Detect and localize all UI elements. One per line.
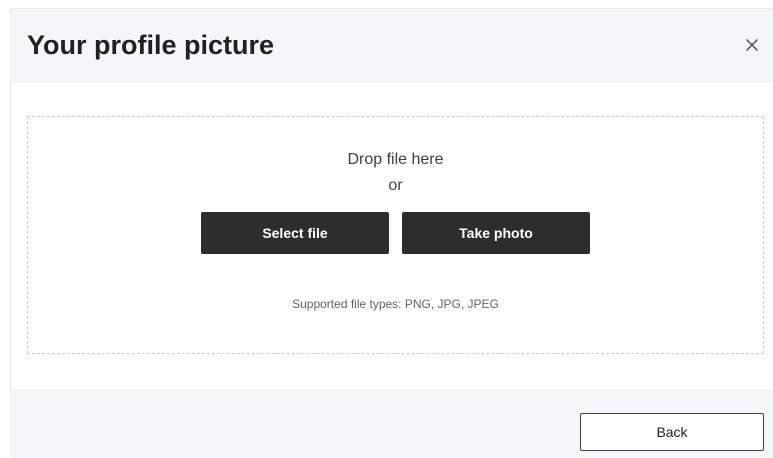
back-button[interactable]: Back (580, 413, 764, 451)
dialog-body: Drop file here or Select file Take photo… (11, 83, 773, 389)
dialog-title: Your profile picture (27, 30, 275, 60)
or-text: or (388, 177, 403, 194)
dialog-header: Your profile picture (11, 9, 773, 83)
select-file-button[interactable]: Select file (201, 212, 389, 254)
close-button[interactable] (740, 35, 764, 59)
file-dropzone[interactable]: Drop file here or Select file Take photo… (27, 116, 764, 354)
dialog-footer: Back (11, 389, 773, 458)
supported-file-types: Supported file types: PNG, JPG, JPEG (292, 297, 499, 311)
close-icon (745, 38, 759, 57)
upload-actions: Select file Take photo (28, 212, 763, 254)
take-photo-button[interactable]: Take photo (402, 212, 590, 254)
profile-picture-dialog: Your profile picture Drop file here or S… (10, 8, 773, 458)
drop-file-text: Drop file here (347, 151, 444, 168)
